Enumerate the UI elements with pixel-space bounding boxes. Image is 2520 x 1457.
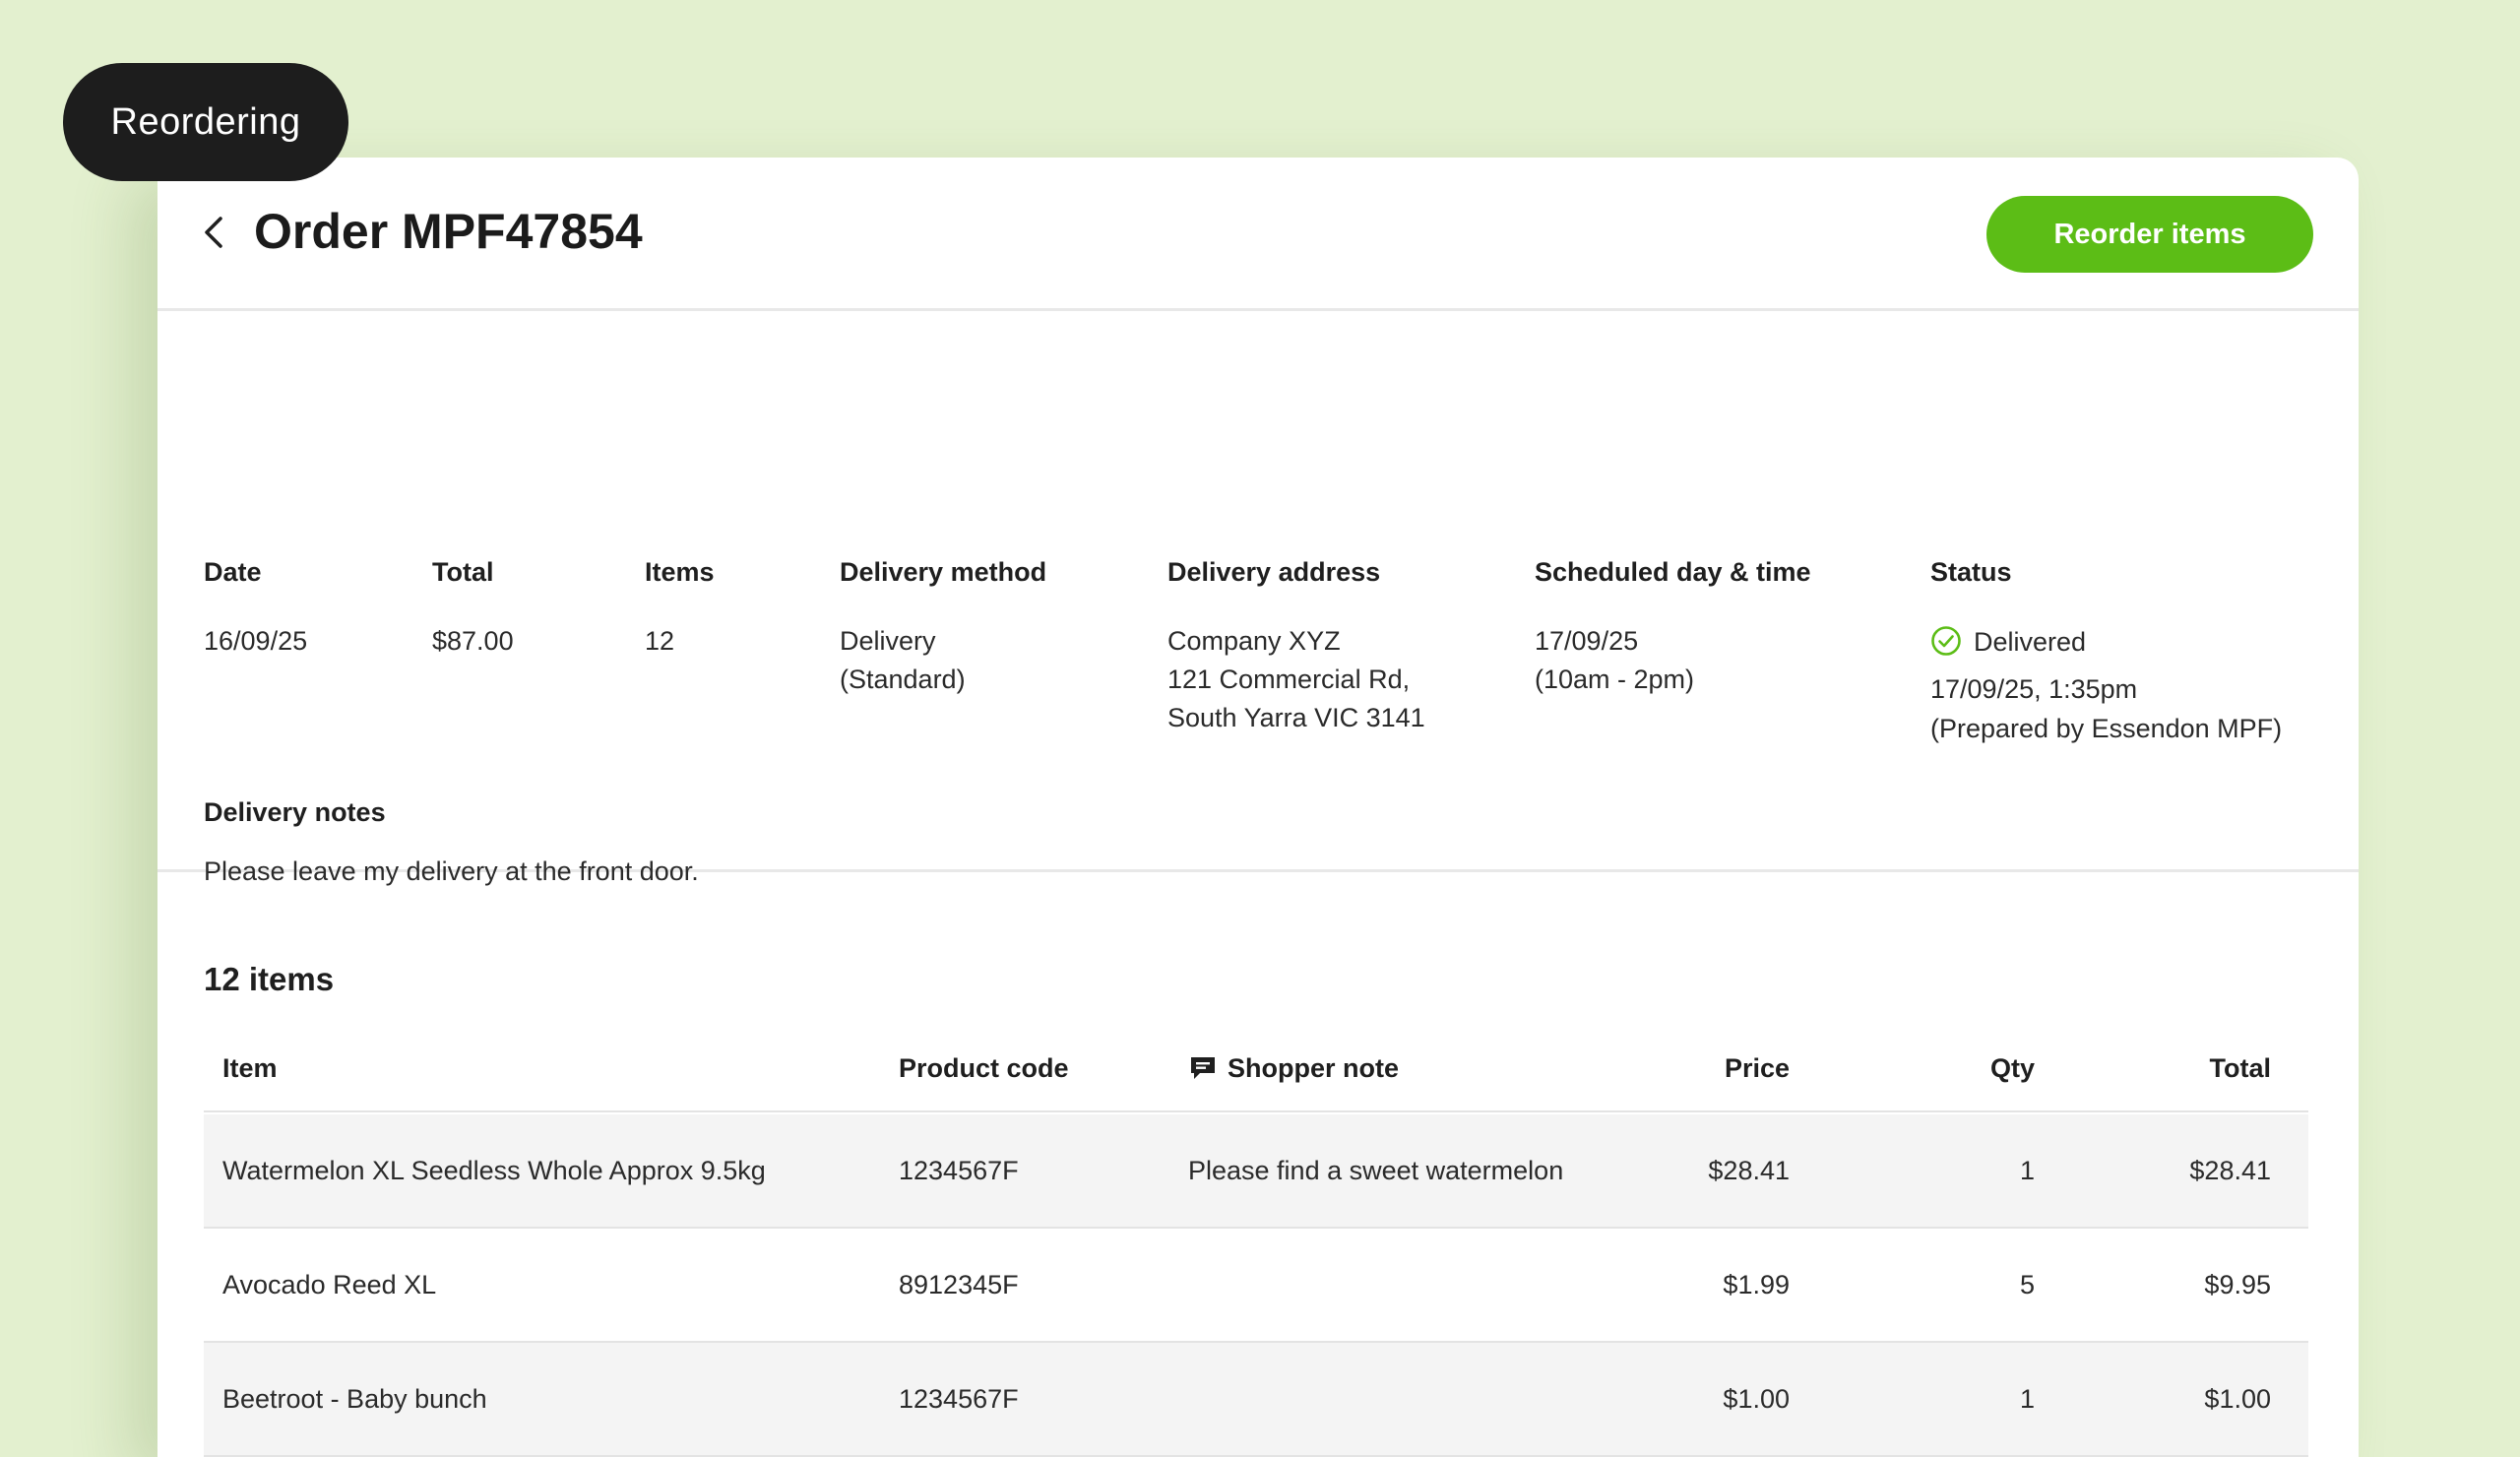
item-price: $1.99: [1723, 1270, 1790, 1299]
item-total: $28.41: [2189, 1156, 2271, 1185]
reordering-badge: Reordering: [63, 63, 348, 181]
table-row[interactable]: Watermelon XL Seedless Whole Approx 9.5k…: [204, 1114, 2308, 1229]
item-qty: 5: [2019, 1270, 2035, 1299]
item-qty: 1: [2019, 1384, 2035, 1414]
status-timestamp: 17/09/25, 1:35pm: [1930, 674, 2138, 704]
delivery-method-value: Delivery (Standard): [840, 622, 966, 699]
status-value: Delivered 17/09/25, 1:35pm (Prepared by …: [1930, 622, 2282, 748]
item-name: Watermelon XL Seedless Whole Approx 9.5k…: [222, 1156, 766, 1185]
delivery-method-label: Delivery method: [840, 557, 1047, 587]
items-count-title: 12 items: [204, 961, 335, 997]
delivery-notes-label: Delivery notes: [204, 797, 386, 827]
status-prepared-by: (Prepared by Essendon MPF): [1930, 714, 2283, 743]
total-value: $87.00: [432, 626, 514, 656]
delivery-address-value: Company XYZ 121 Commercial Rd, South Yar…: [1167, 622, 1425, 737]
item-name: Beetroot - Baby bunch: [222, 1384, 487, 1414]
col-shopper-note-label: Shopper note: [1228, 1053, 1399, 1083]
total-label: Total: [432, 557, 494, 587]
address-line3: South Yarra VIC 3141: [1167, 703, 1425, 732]
delivery-method-line2: (Standard): [840, 665, 966, 694]
order-header: Order MPF47854 Reorder items: [158, 158, 2359, 311]
items-value: 12: [645, 626, 675, 656]
col-qty: Qty: [1989, 1053, 2035, 1083]
product-code: 8912345F: [899, 1270, 1019, 1299]
order-card: Order MPF47854 Reorder items Date Total …: [158, 158, 2359, 1457]
scheduled-label: Scheduled day & time: [1535, 557, 1811, 587]
shopper-note: Please find a sweet watermelon: [1188, 1156, 1564, 1185]
item-price: $28.41: [1708, 1156, 1790, 1185]
address-line1: Company XYZ: [1167, 626, 1341, 656]
col-total: Total: [2209, 1053, 2272, 1083]
order-details: Date Total Items Delivery method Deliver…: [158, 311, 2359, 886]
item-price: $1.00: [1723, 1384, 1790, 1414]
table-row[interactable]: Beetroot - Baby bunch 1234567F $1.00 1 $…: [204, 1343, 2308, 1457]
date-value: 16/09/25: [204, 626, 308, 656]
delivery-address-label: Delivery address: [1167, 557, 1381, 587]
date-label: Date: [204, 557, 262, 587]
page-title: Order MPF47854: [254, 204, 643, 259]
col-product-code: Product code: [899, 1053, 1069, 1083]
col-price: Price: [1724, 1053, 1790, 1083]
table-row[interactable]: Avocado Reed XL 8912345F $1.99 5 $9.95: [204, 1229, 2308, 1343]
product-code: 1234567F: [899, 1384, 1019, 1414]
item-total: $9.95: [2204, 1270, 2271, 1299]
status-text: Delivered: [1974, 627, 2087, 657]
item-total: $1.00: [2204, 1384, 2271, 1414]
status-label: Status: [1930, 557, 2012, 587]
scheduled-value: 17/09/25 (10am - 2pm): [1535, 622, 1694, 699]
delivery-method-line1: Delivery: [840, 626, 936, 656]
scheduled-line1: 17/09/25: [1535, 626, 1639, 656]
item-qty: 1: [2019, 1156, 2035, 1185]
col-item: Item: [222, 1053, 278, 1083]
items-label: Items: [645, 557, 715, 587]
col-shopper-note: Shopper note: [1188, 1053, 1399, 1084]
check-circle-icon: [1931, 626, 1961, 656]
reorder-items-button[interactable]: Reorder items: [1986, 196, 2313, 273]
delivery-notes-value: Please leave my delivery at the front do…: [204, 856, 699, 886]
status-badge: Delivered: [1930, 622, 2282, 662]
item-name: Avocado Reed XL: [222, 1270, 437, 1299]
back-arrow-icon[interactable]: [197, 215, 232, 250]
address-line2: 121 Commercial Rd,: [1167, 665, 1411, 694]
product-code: 1234567F: [899, 1156, 1019, 1185]
items-table-header: Item Product code Shopper note Price Qty…: [204, 1044, 2308, 1112]
scheduled-line2: (10am - 2pm): [1535, 665, 1695, 694]
chat-note-icon: [1191, 1057, 1215, 1079]
